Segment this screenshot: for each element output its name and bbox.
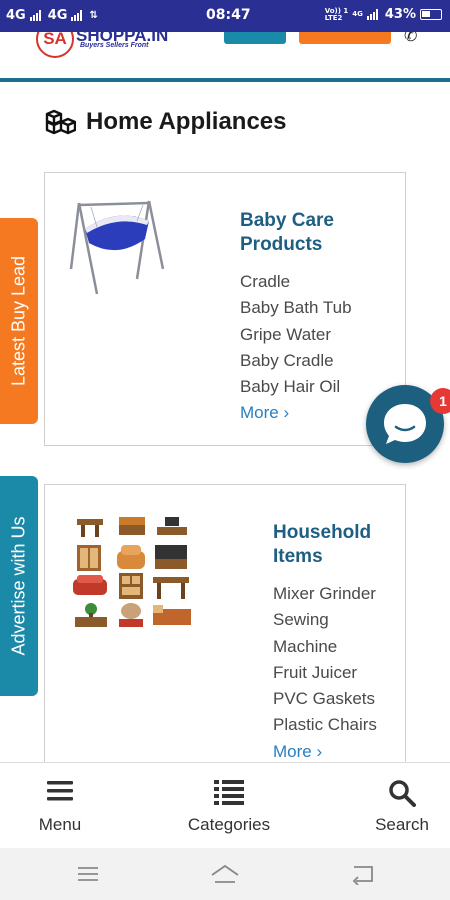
tab-label: Latest Buy Lead <box>8 255 29 387</box>
signal-icon <box>71 10 85 21</box>
list-item[interactable]: Fruit Juicer <box>273 660 399 686</box>
chat-badge: 1 <box>430 388 450 414</box>
recent-apps-icon[interactable] <box>76 863 100 885</box>
list-item[interactable]: Sewing Machine <box>273 607 353 660</box>
product-list: Cradle Baby Bath Tub Gripe Water Baby Cr… <box>240 269 352 426</box>
latest-buy-lead-tab[interactable]: Latest Buy Lead <box>0 218 38 424</box>
list-item[interactable]: Baby Hair Oil <box>240 374 352 400</box>
list-item[interactable]: Baby Bath Tub <box>240 295 352 321</box>
hamburger-icon <box>47 781 73 801</box>
header-icon[interactable]: ✆ <box>404 32 417 46</box>
card-title[interactable]: Baby Care Products <box>240 209 380 257</box>
header-divider <box>0 78 450 82</box>
clock: 08:47 <box>206 7 251 23</box>
list-item[interactable]: Plastic Chairs <box>273 712 399 738</box>
section-header: Home Appliances <box>44 108 287 136</box>
nav-search-button[interactable]: Search <box>362 763 442 849</box>
list-item[interactable]: Gripe Water <box>240 322 352 348</box>
search-icon <box>389 780 416 807</box>
battery-icon <box>420 9 442 20</box>
header-teal-button[interactable] <box>224 32 286 44</box>
list-item[interactable]: Mixer Grinder <box>273 581 399 607</box>
more-link[interactable]: More › <box>273 739 399 765</box>
nav-label: Search <box>375 815 429 834</box>
advertise-tab[interactable]: Advertise with Us <box>0 476 38 696</box>
list-item[interactable]: Cradle <box>240 269 352 295</box>
tab-label: Advertise with Us <box>8 516 29 656</box>
boxes-icon <box>45 109 76 135</box>
nav-label: Menu <box>38 815 82 834</box>
back-icon[interactable] <box>350 863 376 885</box>
logo-mark[interactable]: SA <box>36 32 74 58</box>
nav-categories-button[interactable]: Categories <box>174 763 284 849</box>
nav-menu-button[interactable]: Menu <box>20 763 100 849</box>
network-label-2: 4G <box>47 8 68 23</box>
site-header: SA SHOPPA.IN Buyers Sellers Front ✆ <box>0 32 450 80</box>
home-icon[interactable] <box>209 863 241 885</box>
signal-icon <box>366 9 381 20</box>
signal-icon <box>29 10 44 21</box>
battery-percent: 43% <box>384 7 416 22</box>
list-icon <box>214 780 244 805</box>
system-nav-bar <box>0 848 450 900</box>
bottom-nav: Menu Categories Search <box>0 762 450 848</box>
category-card-household[interactable]: Household Items Mixer Grinder Sewing Mac… <box>44 484 406 784</box>
network-label-1: 4G <box>6 8 26 23</box>
nav-label: Categories <box>187 815 271 834</box>
cradle-image <box>69 200 165 295</box>
list-item[interactable]: PVC Gaskets <box>273 686 399 712</box>
category-card-baby-care[interactable]: Baby Care Products Cradle Baby Bath Tub … <box>44 172 406 446</box>
logo-tagline: Buyers Sellers Front <box>80 42 149 49</box>
product-list: Mixer Grinder Sewing Machine Fruit Juice… <box>273 581 399 765</box>
section-title: Home Appliances <box>86 108 287 135</box>
more-link[interactable]: More › <box>240 400 352 426</box>
card-title[interactable]: Household Items <box>273 521 393 569</box>
header-orange-button[interactable] <box>299 32 391 44</box>
network-label-3: 4G <box>352 10 363 18</box>
list-item[interactable]: Baby Cradle <box>240 348 352 374</box>
furniture-image <box>73 517 191 627</box>
volte-indicator: Vo)) 1 LTE2 <box>324 6 349 22</box>
status-bar: 4G 4G ⇅ 08:47 Vo)) 1 LTE2 4G 43% <box>0 0 450 32</box>
data-activity-icon: ⇅ <box>89 10 98 21</box>
